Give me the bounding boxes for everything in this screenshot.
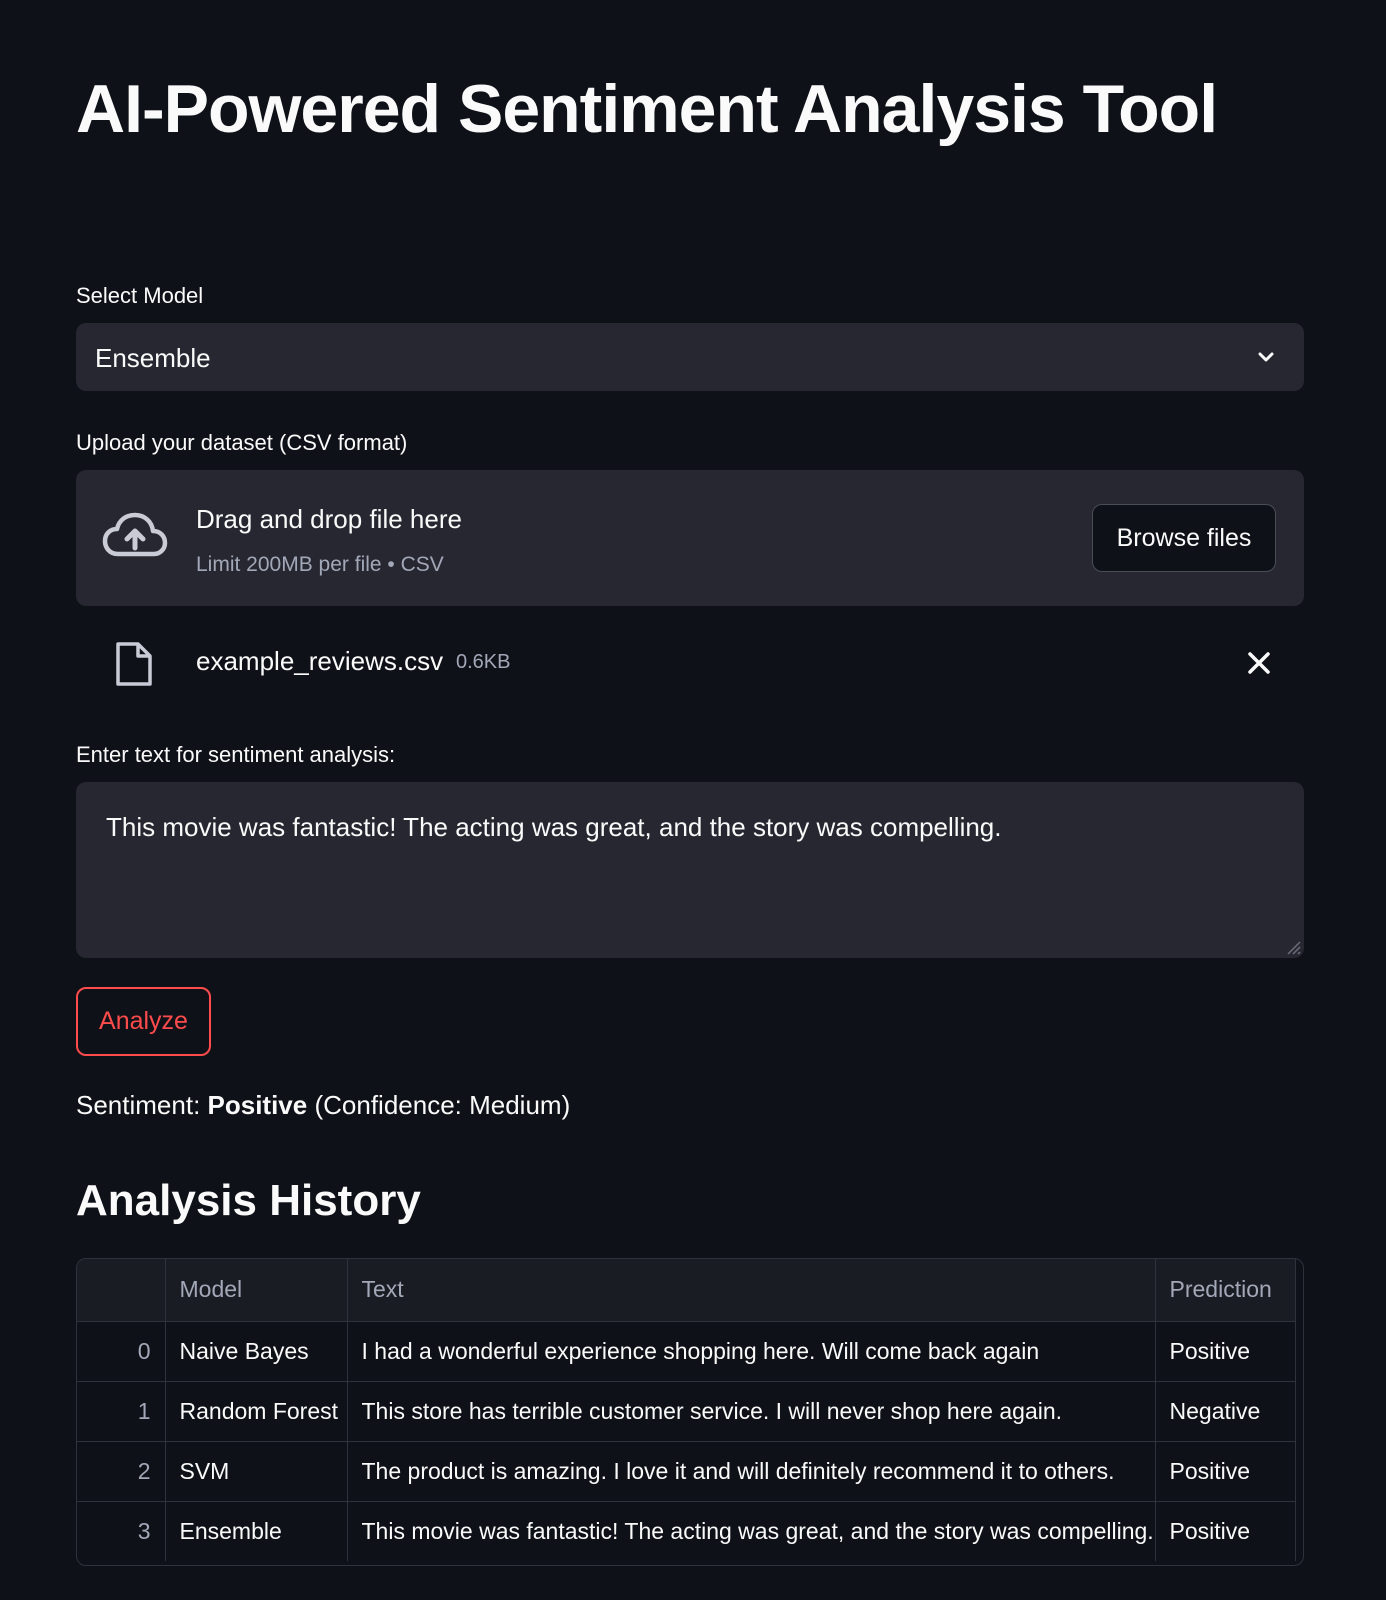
cloud-upload-icon [102,512,168,557]
close-icon[interactable] [1246,650,1272,676]
row-model[interactable]: Random Forest [165,1381,348,1442]
table-row: 0 Naive Bayes I had a wonderful experien… [77,1321,1296,1382]
text-input-label: Enter text for sentiment analysis: [76,742,396,767]
column-header-model[interactable]: Model [165,1259,348,1322]
row-text[interactable]: The product is amazing. I love it and wi… [347,1441,1156,1502]
column-header-text[interactable]: Text [347,1259,1156,1322]
row-text[interactable]: I had a wonderful experience shopping he… [347,1321,1156,1382]
file-size: 0.6KB [456,651,511,673]
sentiment-value: Positive [207,1090,308,1120]
file-dropzone[interactable]: Drag and drop file here Limit 200MB per … [76,470,1304,606]
row-index: 3 [77,1501,166,1561]
page-title: AI-Powered Sentiment Analysis Tool [76,71,1218,147]
row-prediction[interactable]: Negative [1155,1381,1296,1442]
row-index: 2 [77,1441,166,1502]
table-row: 3 Ensemble This movie was fantastic! The… [77,1501,1296,1561]
browse-files-button[interactable]: Browse files [1092,504,1276,572]
row-model[interactable]: Naive Bayes [165,1321,348,1382]
row-index: 1 [77,1381,166,1442]
row-model[interactable]: SVM [165,1441,348,1502]
text-input-wrapper: This movie was fantastic! The acting was… [76,782,1304,958]
uploaded-file-item: example_reviews.csv 0.6KB [76,628,1304,698]
upload-limit-text: Limit 200MB per file • CSV [196,553,444,576]
chevron-down-icon [1258,352,1274,362]
column-header-prediction[interactable]: Prediction [1155,1259,1296,1322]
sentiment-text-input[interactable]: This movie was fantastic! The acting was… [76,782,1304,958]
row-prediction[interactable]: Positive [1155,1501,1296,1561]
model-select-value: Ensemble [95,343,211,373]
row-prediction[interactable]: Positive [1155,1441,1296,1502]
column-header-index[interactable] [77,1259,166,1322]
row-index: 0 [77,1321,166,1382]
row-text[interactable]: This movie was fantastic! The acting was… [347,1501,1156,1561]
analyze-button[interactable]: Analyze [76,987,211,1056]
table-header-row: Model Text Prediction [77,1259,1296,1322]
row-model[interactable]: Ensemble [165,1501,348,1561]
upload-label: Upload your dataset (CSV format) [76,430,408,455]
history-table[interactable]: Model Text Prediction 0 Naive Bayes I ha… [76,1258,1304,1566]
drop-instructions: Drag and drop file here [196,504,462,534]
history-title: Analysis History [76,1176,421,1225]
table-row: 2 SVM The product is amazing. I love it … [77,1441,1296,1502]
file-name: example_reviews.csv [196,646,444,676]
resize-handle-icon[interactable] [1284,938,1302,956]
sentiment-result: Sentiment: Positive (Confidence: Medium) [76,1090,570,1121]
select-model-label: Select Model [76,283,204,308]
table-row: 1 Random Forest This store has terrible … [77,1381,1296,1442]
model-select[interactable]: Ensemble [76,323,1304,391]
file-icon [116,642,152,686]
result-prefix: Sentiment: [76,1090,208,1120]
confidence-text: (Confidence: Medium) [307,1090,571,1120]
row-text[interactable]: This store has terrible customer service… [347,1381,1156,1442]
row-prediction[interactable]: Positive [1155,1321,1296,1382]
